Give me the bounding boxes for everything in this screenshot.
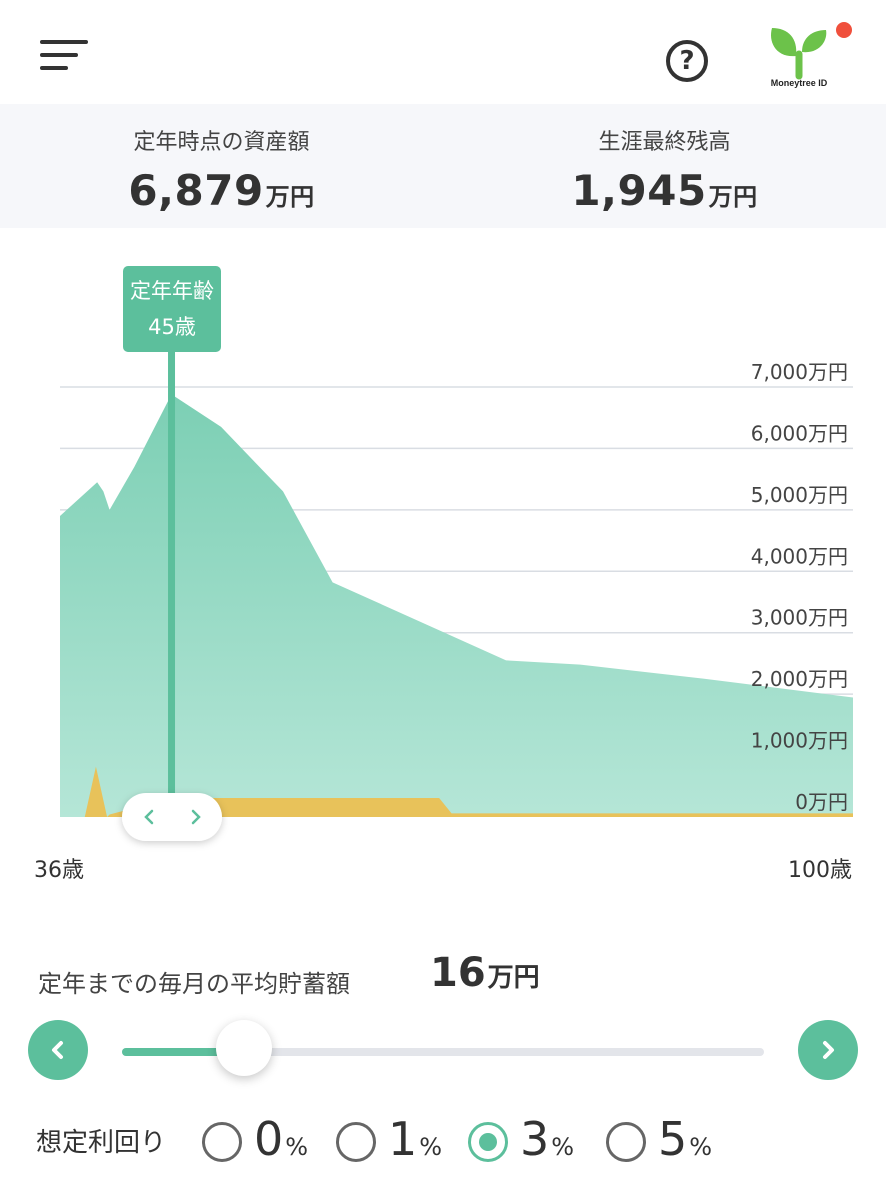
radio-circle[interactable] — [202, 1122, 242, 1162]
y-tick-label: 7,000万円 — [751, 360, 848, 384]
chevron-right-icon — [823, 1041, 834, 1059]
y-tick-label: 2,000万円 — [751, 667, 848, 691]
radio-circle[interactable] — [468, 1122, 508, 1162]
savings-slider-thumb[interactable] — [215, 1020, 272, 1076]
y-tick-label: 5,000万円 — [751, 483, 848, 507]
sprout-icon — [771, 28, 827, 80]
header: ? Moneytree ID — [0, 0, 886, 104]
asset-area — [60, 394, 853, 817]
rate-option-label: 1% — [388, 1112, 443, 1166]
notification-dot — [836, 22, 852, 38]
moneytree-logo[interactable]: Moneytree ID — [766, 20, 832, 92]
savings-value: 16万円 — [430, 950, 540, 996]
y-tick-label: 6,000万円 — [751, 421, 848, 445]
final-balance: 生涯最終残高 1,945万円 — [443, 104, 886, 215]
chevron-left-icon — [52, 1041, 63, 1059]
marker-title: 定年年齢 — [130, 279, 214, 303]
radio-circle[interactable] — [336, 1122, 376, 1162]
savings-decrease-button[interactable] — [28, 1020, 88, 1080]
help-icon[interactable]: ? — [666, 40, 708, 82]
asset-chart: 7,000万円 6,000万円 5,000万円 4,000万円 3,000万円 2,000… — [0, 228, 886, 888]
x-axis-start-label: 36歳 — [34, 858, 84, 883]
savings-increase-button[interactable] — [798, 1020, 858, 1080]
x-axis-end-label: 100歳 — [788, 858, 852, 883]
retirement-assets: 定年時点の資産額 6,879万円 — [0, 104, 443, 215]
final-balance-value: 1,945万円 — [571, 166, 758, 215]
rate-option-label: 5% — [658, 1112, 713, 1166]
logo-text: Moneytree ID — [770, 78, 828, 88]
y-tick-label: 3,000万円 — [751, 606, 848, 630]
marker-age: 45歳 — [148, 315, 196, 339]
radio-circle[interactable] — [606, 1122, 646, 1162]
y-tick-label: 0万円 — [795, 790, 848, 814]
y-tick-label: 1,000万円 — [751, 729, 848, 753]
y-tick-label: 4,000万円 — [751, 544, 848, 568]
asset-chart-svg: 7,000万円 6,000万円 5,000万円 4,000万円 3,000万円 2,000… — [60, 266, 853, 841]
savings-label: 定年までの毎月の平均貯蓄額 — [38, 970, 350, 998]
retirement-assets-value: 6,879万円 — [128, 166, 315, 215]
retirement-marker-label[interactable]: 定年年齢 45歳 — [123, 266, 221, 352]
summary-panel: 定年時点の資産額 6,879万円 生涯最終残高 1,945万円 — [0, 104, 886, 228]
marker-drag-handle[interactable] — [122, 793, 222, 841]
savings-slider[interactable] — [122, 1020, 764, 1076]
rate-option-label: 0% — [254, 1112, 309, 1166]
rate-option-label: 3% — [520, 1112, 575, 1166]
retirement-assets-label: 定年時点の資産額 — [133, 130, 310, 155]
y-tick-labels: 7,000万円 6,000万円 5,000万円 4,000万円 3,000万円 2,000… — [751, 360, 848, 814]
final-balance-label: 生涯最終残高 — [598, 130, 731, 155]
menu-icon[interactable] — [40, 40, 88, 74]
rate-label: 想定利回り — [36, 1128, 167, 1158]
